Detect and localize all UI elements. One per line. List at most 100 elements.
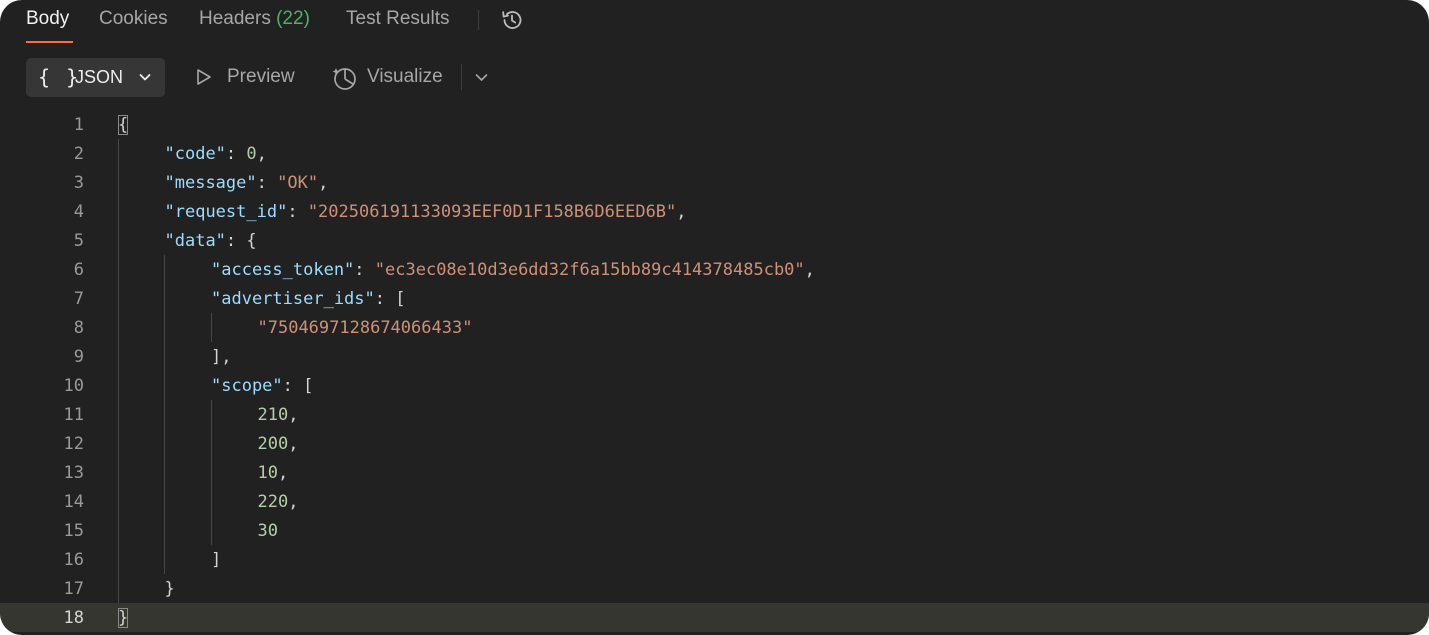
visualize-icon	[331, 64, 359, 97]
json-token: : [	[282, 376, 314, 396]
line-number: 4	[73, 202, 84, 222]
json-token: ,	[288, 492, 299, 512]
code-text: {	[118, 115, 129, 135]
tab-test-results-label: Test Results	[346, 8, 450, 29]
json-token: "7504697128674066433"	[257, 318, 473, 338]
tab-cookies[interactable]: Cookies	[99, 8, 168, 30]
line-number: 6	[73, 260, 84, 280]
line-number: 16	[63, 550, 84, 570]
json-token: "access_token"	[211, 260, 355, 280]
json-token: ,	[676, 202, 687, 222]
line-number: 7	[73, 289, 84, 309]
format-select[interactable]: { } JSON	[26, 58, 165, 97]
code-line: 16]	[0, 545, 1429, 574]
code-line: 1{	[0, 110, 1429, 139]
line-number: 18	[63, 608, 84, 628]
line-number: 9	[73, 347, 84, 367]
code-line: 10 "scope": [	[0, 371, 1429, 400]
json-token: ],	[211, 347, 232, 367]
code-text: 220,	[258, 492, 299, 512]
code-line: 3 "message": "OK",	[0, 168, 1429, 197]
line-number: 5	[73, 231, 84, 251]
json-token: "message"	[164, 173, 257, 193]
json-token: "ec3ec08e10d3e6dd32f6a15bb89c414378485cb…	[374, 260, 805, 280]
json-braces-icon: { }	[38, 65, 81, 89]
json-token: "202506191133093EEF0D1F158B6D6EED6B"	[307, 202, 677, 222]
line-number: 1	[73, 115, 84, 135]
json-token: 30	[257, 521, 278, 541]
tab-cookies-label: Cookies	[99, 8, 168, 29]
json-token: ,	[288, 434, 299, 454]
code-line: 11 210,	[0, 400, 1429, 429]
line-number: 3	[73, 173, 84, 193]
line-number: 12	[63, 434, 84, 454]
json-code-editor[interactable]: 1{2 "code": 0, 3 "message": "OK", 4 "request_…	[0, 110, 1429, 635]
json-token: 0	[246, 144, 257, 164]
code-text: ],	[211, 347, 231, 367]
code-line: 5 "data": {	[0, 226, 1429, 255]
tab-body[interactable]: Body	[26, 8, 69, 30]
json-token: "code"	[164, 144, 226, 164]
indent-guide	[211, 400, 212, 545]
line-number: 13	[63, 463, 84, 483]
active-tab-indicator	[26, 41, 73, 43]
code-text: }	[165, 579, 175, 599]
code-line: 4 "request_id": "202506191133093EEF0D1F15…	[0, 197, 1429, 226]
code-line: 17}	[0, 574, 1429, 603]
line-number: 2	[73, 144, 84, 164]
chevron-down-icon	[138, 70, 152, 89]
code-text: 30	[258, 521, 278, 541]
json-token: :	[287, 202, 308, 222]
code-text: "7504697128674066433"	[258, 318, 473, 338]
json-token: : {	[225, 231, 257, 251]
visualize-button[interactable]: Visualize	[367, 66, 443, 88]
indent-guide	[211, 313, 212, 342]
code-text: "message": "OK",	[165, 173, 329, 193]
line-number: 8	[73, 318, 84, 338]
tab-body-label: Body	[26, 8, 70, 29]
json-token: "advertiser_ids"	[211, 289, 375, 309]
code-text: "advertiser_ids": [	[211, 289, 405, 309]
preview-label: Preview	[227, 66, 295, 87]
json-token: "request_id"	[164, 202, 288, 222]
code-text: "data": {	[165, 231, 257, 251]
tab-test-results[interactable]: Test Results	[346, 8, 449, 30]
code-line: 2 "code": 0,	[0, 139, 1429, 168]
play-icon	[194, 67, 214, 92]
format-label: JSON	[75, 67, 124, 87]
json-token: "data"	[164, 231, 226, 251]
code-line: 18}	[0, 603, 1429, 632]
code-line: 15 30	[0, 516, 1429, 545]
line-number: 15	[63, 521, 84, 541]
indent-guide	[118, 139, 119, 603]
code-line: 7 "advertiser_ids": [	[0, 284, 1429, 313]
json-token: {	[118, 115, 129, 135]
code-text: "access_token": "ec3ec08e10d3e6dd32f6a15…	[211, 260, 815, 280]
visualize-label: Visualize	[367, 66, 443, 87]
line-number: 10	[63, 376, 84, 396]
tabs-divider	[478, 10, 479, 30]
json-token: }	[164, 579, 175, 599]
code-text: "scope": [	[211, 376, 313, 396]
code-text: 200,	[258, 434, 299, 454]
code-line: 9],	[0, 342, 1429, 371]
json-token: }	[118, 608, 129, 628]
json-token: 220	[257, 492, 289, 512]
line-number: 17	[63, 579, 84, 599]
response-tabs: Body Cookies Headers (22) Test Results	[0, 0, 1429, 44]
line-number: 14	[63, 492, 84, 512]
visualize-menu-chevron-icon[interactable]	[474, 70, 489, 90]
code-text: ]	[211, 550, 221, 570]
json-token: 10	[257, 463, 278, 483]
tab-headers-label: Headers	[199, 8, 271, 29]
json-token: "scope"	[211, 376, 283, 396]
history-icon[interactable]	[498, 6, 526, 34]
json-token: "OK"	[277, 173, 319, 193]
code-line: 14 220,	[0, 487, 1429, 516]
code-text: 210,	[258, 405, 299, 425]
tab-headers[interactable]: Headers (22)	[199, 8, 310, 30]
preview-button[interactable]: Preview	[227, 66, 295, 88]
response-panel: Body Cookies Headers (22) Test Results {…	[0, 0, 1429, 635]
json-token: 210	[257, 405, 289, 425]
code-text: }	[118, 608, 129, 628]
